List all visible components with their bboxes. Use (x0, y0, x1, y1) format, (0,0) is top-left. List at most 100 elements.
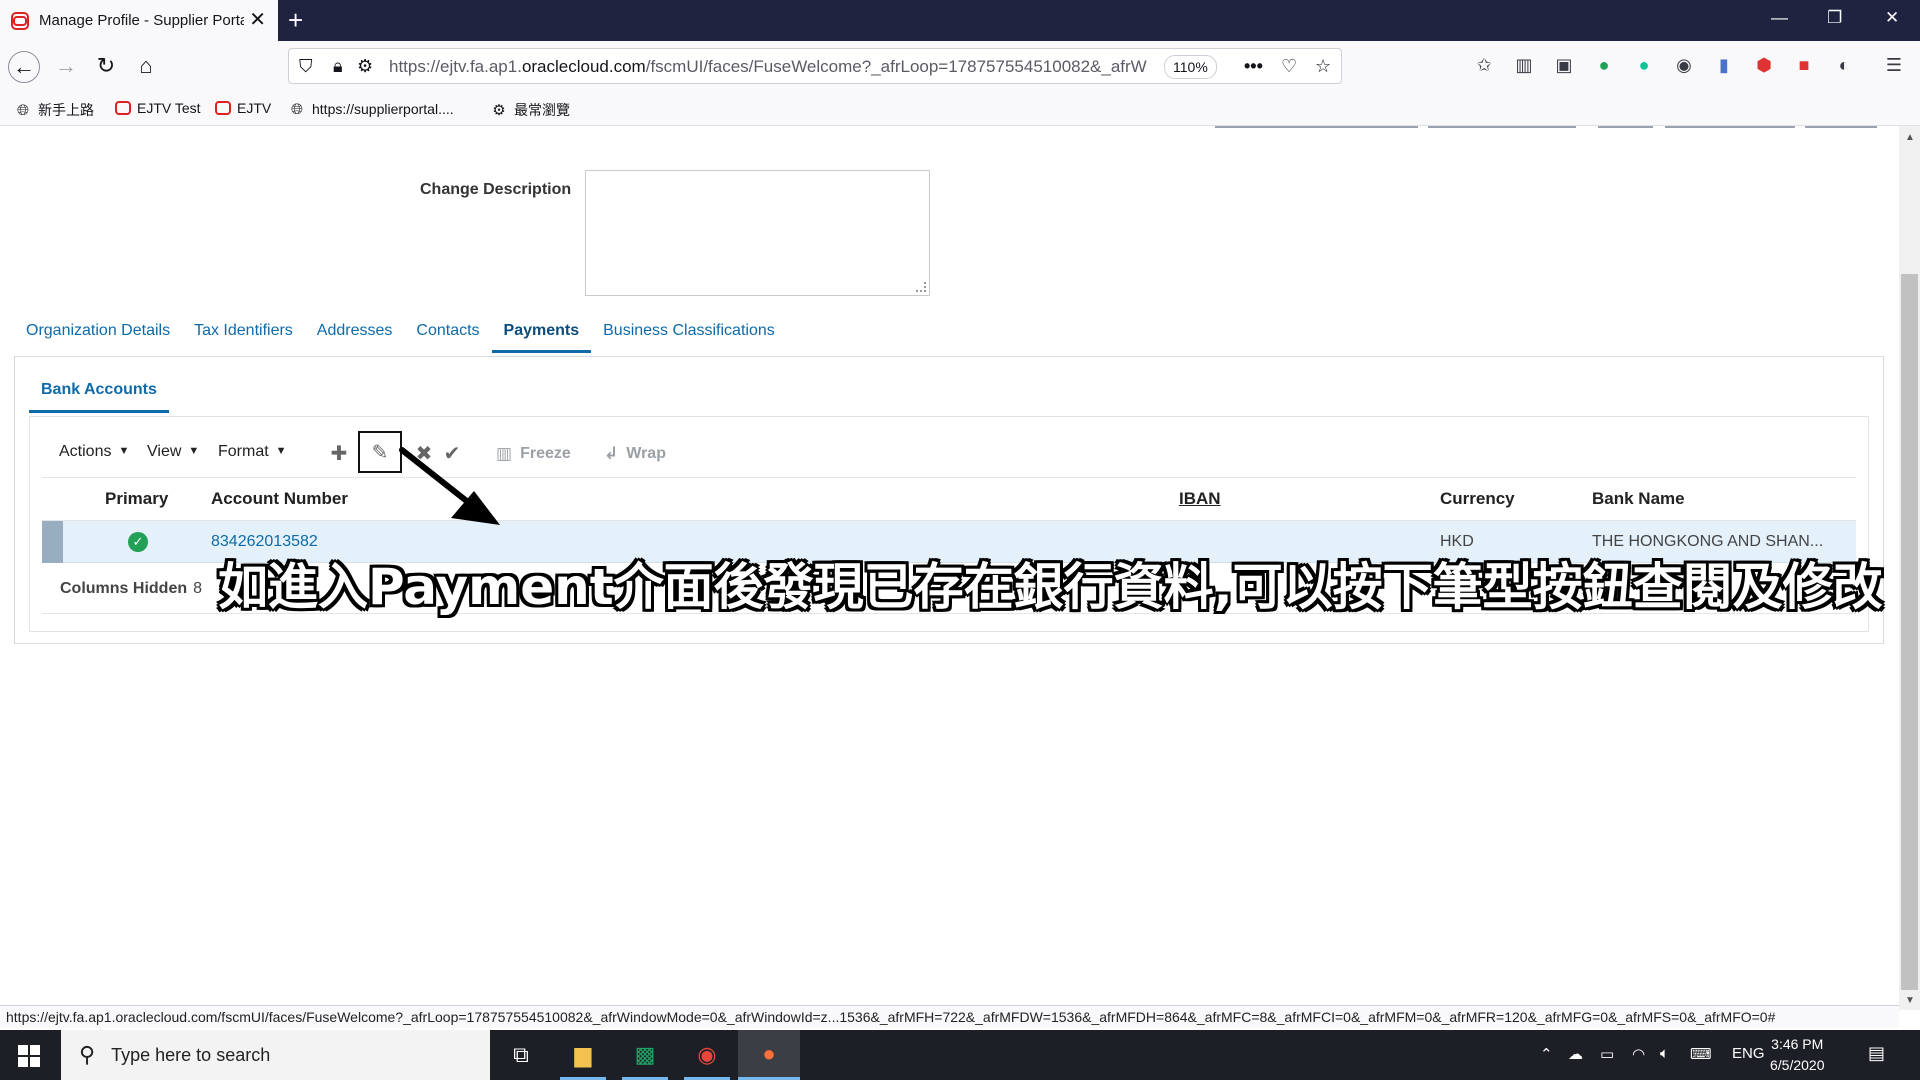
extension-red-icon[interactable]: ■ (1792, 53, 1816, 77)
taskbar-clock[interactable]: 3:46 PM 6/5/2020 (1770, 1034, 1825, 1076)
view-menu[interactable]: View ▼ (147, 443, 199, 461)
bookmark-item[interactable]: ⚙ 最常瀏覽 (490, 100, 570, 120)
extension-bookmark-icon[interactable]: ▮ (1712, 53, 1736, 77)
bookmark-item[interactable]: EJTV Test (115, 100, 201, 116)
tray-chevron-icon[interactable]: ⌃ (1540, 1045, 1553, 1063)
excel-icon[interactable]: ▩ (614, 1030, 676, 1080)
keyboard-icon[interactable]: ⌨ (1690, 1045, 1712, 1063)
scroll-up-icon[interactable]: ▲ (1905, 132, 1915, 143)
column-bank-name[interactable]: Bank Name (1592, 489, 1685, 509)
taskbar-search-box[interactable]: ⚲ Type here to search (61, 1030, 490, 1080)
url-text[interactable]: https://ejtv.fa.ap1.oraclecloud.com/fscm… (389, 57, 1189, 77)
pocket-icon[interactable]: ♡ (1281, 56, 1297, 77)
browser-tab-active[interactable]: Manage Profile - Supplier Portal ✕ (0, 0, 278, 41)
annotation-caption: 如進入Payment介面後發現已存在銀行資料,可以按下筆型按鈕查閱及修改 (218, 558, 1883, 616)
chevron-down-icon: ▼ (275, 445, 287, 457)
scroll-down-icon[interactable]: ▼ (1905, 995, 1915, 1006)
oracle-favicon-icon (11, 11, 29, 30)
table-toolbar: Actions ▼ View ▼ Format ▼ ✚ ✎ ✖ ✔ ▥ Freeze ↲… (30, 417, 1868, 477)
battery-icon[interactable]: ▭ (1600, 1045, 1614, 1063)
restore-icon[interactable]: ❐ (1827, 8, 1842, 28)
url-bar[interactable]: ⛉ 🔒︎ ⚙ https://ejtv.fa.ap1.oraclecloud.c… (288, 48, 1342, 84)
change-description-textarea[interactable] (585, 170, 930, 296)
oracle-icon (115, 101, 131, 115)
minimize-icon[interactable]: — (1771, 8, 1788, 28)
page-content: Change Description Organization Details … (0, 126, 1899, 1010)
tab-organization-details[interactable]: Organization Details (26, 322, 170, 353)
forward-arrow-icon[interactable]: → (50, 50, 82, 82)
columns-hidden-count: 8 (193, 580, 203, 597)
tab-payments[interactable]: Payments (491, 322, 592, 353)
sidebar-icon[interactable]: ▣ (1552, 53, 1576, 77)
volume-icon[interactable]: 🔈︎ (1660, 1045, 1669, 1062)
scrollbar-thumb[interactable] (1901, 274, 1918, 990)
wifi-icon[interactable]: ◠ (1632, 1045, 1645, 1063)
column-currency[interactable]: Currency (1440, 489, 1515, 509)
add-plus-icon[interactable]: ✚ (324, 438, 354, 468)
header-stub (1665, 126, 1795, 128)
header-stub (1215, 126, 1418, 128)
vertical-scrollbar[interactable]: ▲ ▼ (1899, 126, 1920, 1010)
actions-menu[interactable]: Actions ▼ (59, 443, 129, 461)
save-check-icon[interactable]: ✔ (437, 438, 467, 468)
resize-grip-icon[interactable] (916, 282, 926, 292)
tab-business-classifications[interactable]: Business Classifications (603, 322, 775, 353)
page-actions-icon[interactable]: ••• (1244, 56, 1263, 77)
header-stub (1598, 126, 1653, 128)
permissions-icon[interactable]: ⚙ (357, 56, 373, 77)
tab-addresses[interactable]: Addresses (317, 322, 393, 353)
chevron-down-icon: ▼ (118, 445, 130, 457)
back-arrow-icon[interactable]: ← (8, 51, 40, 83)
windows-start-icon[interactable] (18, 1045, 40, 1067)
edit-pencil-icon[interactable]: ✎ (358, 431, 402, 473)
browser-nav-bar: ← → ↻ ⌂ ⛉ 🔒︎ ⚙ https://ejtv.fa.ap1.oracl… (0, 41, 1920, 91)
library-icon[interactable]: ▥ (1512, 53, 1536, 77)
ublock-icon[interactable]: ⬢ (1752, 53, 1776, 77)
reload-icon[interactable]: ↻ (90, 50, 122, 82)
column-iban[interactable]: IBAN (1179, 489, 1221, 509)
chrome-icon[interactable]: ◉ (676, 1030, 738, 1080)
bookmark-star-icon[interactable]: ☆ (1315, 56, 1331, 77)
tab-bank-accounts[interactable]: Bank Accounts (29, 381, 169, 413)
tab-tax-identifiers[interactable]: Tax Identifiers (194, 322, 293, 353)
account-icon[interactable]: ◉ (1672, 53, 1696, 77)
file-explorer-icon[interactable]: ▆ (552, 1030, 614, 1080)
gear-icon: ⚙ (492, 102, 506, 119)
firefox-icon[interactable]: ● (738, 1030, 800, 1080)
task-view-icon[interactable]: ⧉ (490, 1030, 552, 1080)
notifications-icon[interactable]: ▤ (1868, 1043, 1885, 1064)
home-icon[interactable]: ⌂ (130, 50, 162, 82)
shield-icon[interactable]: ⛉ (299, 56, 313, 77)
primary-check-icon: ✓ (128, 532, 148, 552)
lock-icon[interactable]: 🔒︎ (333, 56, 343, 77)
column-primary[interactable]: Primary (105, 489, 168, 509)
bookmark-item[interactable]: 🌐︎ https://supplierportal.... (288, 100, 454, 118)
bookmarks-star-icon[interactable]: ✩ (1472, 53, 1496, 77)
close-window-icon[interactable]: ✕ (1885, 8, 1899, 28)
columns-hidden-label: Columns Hidden 8 (60, 580, 202, 598)
zoom-level[interactable]: 110% (1164, 55, 1217, 79)
oracle-icon (215, 101, 231, 115)
menu-hamburger-icon[interactable]: ☰ (1882, 53, 1906, 77)
tab-contacts[interactable]: Contacts (416, 322, 479, 353)
bookmark-item[interactable]: 🌐︎ 新手上路 (14, 100, 94, 120)
wrap-button[interactable]: ↲ Wrap (604, 444, 666, 464)
profile-subtabs: Organization Details Tax Identifiers Add… (26, 322, 799, 353)
header-stub (1805, 126, 1877, 128)
delete-x-icon[interactable]: ✖ (409, 438, 439, 468)
chevron-down-icon: ▼ (188, 445, 200, 457)
bookmarks-bar: 🌐︎ 新手上路 EJTV Test EJTV 🌐︎ https://supplier… (0, 91, 1920, 126)
column-account-number[interactable]: Account Number (211, 489, 348, 509)
freeze-button[interactable]: ▥ Freeze (496, 444, 571, 464)
language-indicator[interactable]: ENG (1732, 1045, 1765, 1062)
grammarly-icon[interactable]: ● (1632, 53, 1656, 77)
wrap-icon: ↲ (604, 444, 619, 463)
close-tab-icon[interactable]: ✕ (249, 9, 266, 31)
row-selector[interactable] (42, 521, 63, 563)
onedrive-icon[interactable]: ☁ (1568, 1045, 1583, 1063)
extension-check-icon[interactable]: ● (1592, 53, 1616, 77)
format-menu[interactable]: Format ▼ (218, 443, 287, 461)
new-tab-icon[interactable]: + (288, 5, 303, 35)
extension-puzzle-icon[interactable]: ◐ (1832, 53, 1856, 77)
bookmark-item[interactable]: EJTV (215, 100, 271, 116)
